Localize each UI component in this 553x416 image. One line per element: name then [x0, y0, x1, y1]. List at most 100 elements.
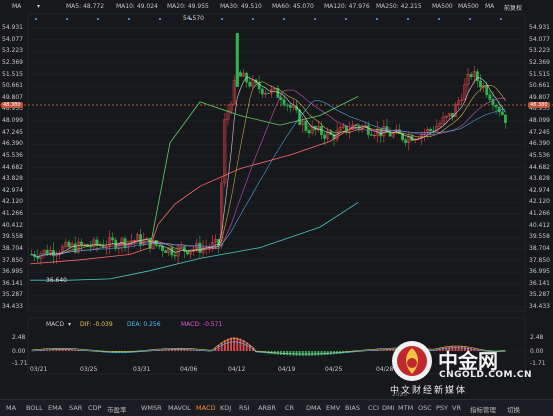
- indicator-tab-kdj[interactable]: KDJ: [220, 404, 231, 412]
- macd-axis-bottom: -1.71: [12, 360, 28, 367]
- indicator-tab-psy[interactable]: PSY: [436, 404, 448, 412]
- candle-body: [164, 250, 168, 254]
- indicator-tab-wmsr[interactable]: WMSR: [141, 404, 162, 412]
- ma-lines: [29, 76, 506, 281]
- price-frame: [27, 13, 526, 312]
- price-tick-left: 45.536: [2, 151, 23, 159]
- indicator-tab-ema[interactable]: EMA: [48, 404, 62, 412]
- candle-body: [36, 256, 40, 259]
- price-tick-left: 39.558: [2, 233, 23, 241]
- indicator-tab-macd[interactable]: MACD: [196, 404, 215, 412]
- macd-value-label: MACD: -0.571: [181, 321, 223, 328]
- indicator-tab-mtm[interactable]: MTM: [398, 404, 413, 412]
- price-tick-left: 36.141: [2, 279, 23, 287]
- price-tick-right: 52.369: [529, 58, 550, 66]
- ma-line-20: [31, 89, 506, 257]
- price-tick-right: 47.245: [529, 128, 550, 136]
- ma10-label: MA10: 49.024: [116, 3, 158, 10]
- indicator-tab-vr[interactable]: VR: [452, 404, 461, 412]
- indicator-tab-cdp[interactable]: CDP: [88, 404, 101, 412]
- ma5-label: MA5: 48.772: [66, 3, 105, 10]
- ma60-label: MA60: 45.070: [272, 3, 314, 10]
- indicator-tab-切换[interactable]: 切换: [507, 404, 520, 414]
- indicator-tab-osc[interactable]: OSC: [418, 404, 432, 412]
- price-tick-left: 41.266: [2, 210, 23, 217]
- indicator-tab-rsi[interactable]: RSI: [239, 404, 250, 412]
- price-tick-left: 54.931: [2, 24, 23, 31]
- indicator-tab-boll[interactable]: BOLL: [26, 404, 43, 412]
- marker-dot: [97, 18, 99, 20]
- indicator-tab-cci[interactable]: CCI: [368, 404, 379, 412]
- indicator-tab-市盈率[interactable]: 市盈率: [107, 404, 127, 414]
- ma120-label: MA120: 47.976: [324, 3, 370, 10]
- marker-dot: [438, 18, 440, 20]
- price-tick-left: 42.120: [2, 198, 23, 206]
- candle-body: [157, 245, 161, 247]
- indicator-tab-dma[interactable]: DMA: [306, 404, 321, 412]
- candle-body: [170, 247, 174, 256]
- indicator-tab-emv[interactable]: EMV: [326, 404, 340, 412]
- macd-title: MACD: [46, 321, 64, 328]
- candle-body: [111, 237, 115, 241]
- candle-body: [429, 128, 433, 132]
- date-tick: 03/21: [30, 366, 48, 373]
- ma500-label-2: MA500: [458, 3, 479, 10]
- indicator-tab-mavol[interactable]: MAVOL: [168, 404, 191, 412]
- logo-icon: [392, 341, 432, 381]
- indicator-tab-ma[interactable]: MA: [6, 404, 16, 412]
- candle-body: [67, 241, 71, 248]
- marker-dot: [66, 18, 68, 20]
- price-tick-left: 52.369: [2, 58, 23, 66]
- date-tick: 04/06: [180, 366, 198, 373]
- watermark-slogan: 中文财经新媒体: [390, 386, 468, 396]
- price-tick-left: 40.412: [2, 221, 23, 229]
- watermark-url: CNGOLD.COM.CN: [439, 370, 533, 380]
- indicator-tab-arbr[interactable]: ARBR: [258, 404, 276, 412]
- adjust-toggle[interactable]: 前复权: [504, 3, 522, 12]
- current-price-left: 48.380: [1, 102, 23, 108]
- price-tick-right: 53.223: [529, 47, 550, 55]
- candle-body: [248, 81, 252, 87]
- price-tick-left: 54.077: [2, 35, 23, 43]
- ma-line-30: [31, 100, 506, 257]
- candle-body: [161, 246, 164, 251]
- indicator-tab-bias[interactable]: BIAS: [345, 404, 360, 412]
- candle-body: [479, 80, 482, 88]
- indicator-tab-指标管理[interactable]: 指标管理: [470, 404, 496, 414]
- candle-body: [260, 88, 264, 95]
- price-tick-left: 35.287: [2, 291, 23, 299]
- marker-dot: [252, 18, 254, 20]
- price-tick-right: 38.704: [529, 244, 550, 252]
- marker-dot: [221, 18, 223, 20]
- price-tick-left: 44.682: [2, 163, 23, 171]
- date-tick: 04/19: [278, 366, 296, 373]
- candle-body: [469, 74, 473, 77]
- chevron-down-icon[interactable]: ▾: [37, 3, 40, 10]
- price-tick-left: 46.390: [2, 140, 23, 148]
- chart-grid: [0, 13, 553, 375]
- candle-body: [475, 71, 479, 82]
- candle-body: [488, 94, 492, 100]
- price-tick-right: 49.807: [529, 93, 550, 101]
- candle-body: [369, 134, 373, 136]
- candle-body: [323, 134, 327, 139]
- candle-body: [73, 243, 77, 253]
- price-tick-left: 36.995: [2, 268, 23, 276]
- price-tick-left: 42.974: [2, 186, 23, 194]
- candle-body: [123, 238, 127, 248]
- ma-extra-label: MA: [485, 3, 495, 10]
- date-tick: 04/25: [325, 366, 343, 373]
- candle-body: [285, 104, 289, 106]
- price-tick-right: 39.558: [529, 233, 550, 241]
- candle-body: [45, 249, 49, 256]
- macd-axis-zero: 0.00: [12, 348, 26, 355]
- candle-body: [494, 105, 498, 108]
- candle-body: [485, 85, 489, 95]
- indicator-tab-sar[interactable]: SAR: [69, 404, 82, 412]
- indicator-tab-dmi[interactable]: DMI: [382, 404, 395, 412]
- price-tick-right: 43.828: [529, 175, 550, 183]
- indicator-name: MA: [12, 3, 22, 10]
- macd-settings-icon[interactable]: ▾: [68, 321, 71, 328]
- price-tick-right: 37.850: [529, 256, 550, 264]
- indicator-tab-cr[interactable]: CR: [285, 404, 294, 412]
